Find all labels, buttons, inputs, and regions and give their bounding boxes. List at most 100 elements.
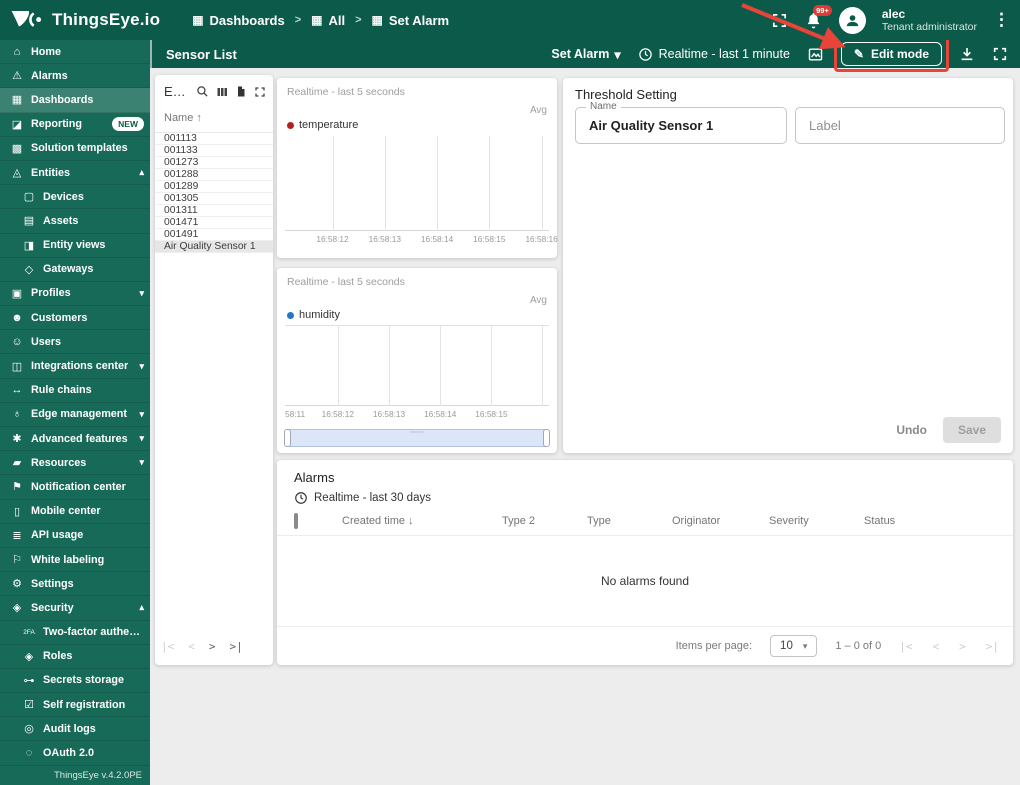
gridline [489,136,491,231]
columns-icon[interactable] [216,86,228,98]
sidebar-item-self-registration[interactable]: ☑ Self registration [0,693,150,718]
select-all-checkbox[interactable] [294,513,298,529]
entity-row-air-quality-sensor-1[interactable]: Air Quality Sensor 1 [155,241,273,253]
entity-row-001133[interactable]: 001133 [155,145,273,157]
sidebar-item-users[interactable]: ☺ Users [0,330,150,355]
sidebar-item-alarms[interactable]: ⚠ Alarms [0,64,150,89]
export-file-icon[interactable] [962,470,974,483]
time-range-brush[interactable] [284,429,550,447]
breadcrumb-all[interactable]: ▦ All [311,13,345,28]
sidebar-item-oauth-2-0[interactable]: ◌ OAuth 2.0 [0,741,150,766]
sidebar-item-roles[interactable]: ◈ Roles [0,645,150,669]
edit-mode-button[interactable]: ✎ Edit mode [840,42,942,66]
prev-page-button[interactable]: < [933,640,940,653]
fullscreen-icon[interactable] [771,12,788,29]
app-logo[interactable]: ThingsEye.io [0,8,174,32]
column-header-type-2[interactable]: Type 2 [502,515,587,527]
sidebar-item-assets[interactable]: ▤ Assets [0,209,150,234]
sidebar-item-entity-views[interactable]: ◨ Entity views [0,234,150,258]
column-header-originator[interactable]: Originator [672,515,769,527]
widget-fullscreen-icon[interactable] [537,275,549,288]
sidebar-item-edge-management[interactable]: ♁ Edge management ▾ [0,403,150,427]
user-info[interactable]: alec Tenant administrator [882,7,977,34]
first-page-button[interactable]: |< [161,640,174,653]
legend-item-humidity[interactable]: humidity [287,309,340,321]
sidebar-item-profiles[interactable]: ▣ Profiles ▾ [0,282,150,307]
entity-row-001273[interactable]: 001273 [155,157,273,169]
kebab-menu-icon[interactable]: ⋮ [993,10,1010,30]
humidity-chart-widget: Realtime - last 5 seconds Avg humidity 5… [277,268,557,453]
toolbar-fullscreen-icon[interactable] [992,46,1008,62]
sidebar-item-gateways[interactable]: ◇ Gateways [0,258,150,282]
export-file-icon[interactable] [235,85,247,98]
widget-fullscreen-icon[interactable] [537,85,549,98]
notifications-bell-icon[interactable]: 99+ [804,4,832,30]
widget-fullscreen-icon[interactable] [987,470,999,483]
entity-row-001491[interactable]: 001491 [155,229,273,241]
alarms-timewindow-button[interactable]: Realtime - last 30 days [277,485,1013,505]
sidebar-item-entities[interactable]: ◬ Entities ▴ [0,161,150,186]
entity-row-001288[interactable]: 001288 [155,169,273,181]
entity-row-001311[interactable]: 001311 [155,205,273,217]
page-range-label: 1 – 0 of 0 [835,640,882,652]
widget-fullscreen-icon[interactable] [254,86,266,98]
legend-item-temperature[interactable]: temperature [287,119,358,131]
next-page-button[interactable]: > [959,640,966,653]
avatar[interactable] [838,6,866,34]
page-size-select[interactable]: 10 ▾ [770,635,818,657]
entity-row-001289[interactable]: 001289 [155,181,273,193]
column-header-created-time[interactable]: Created time ↓ [342,515,502,527]
sidebar-item-advanced-features[interactable]: ✱ Advanced features ▾ [0,427,150,452]
sidebar-item-notification-center[interactable]: ⚑ Notification center [0,475,150,500]
entity-name-column-header[interactable]: Name ↑ [155,106,273,133]
save-button[interactable]: Save [942,417,1001,443]
dashboard-image-icon[interactable] [807,46,824,63]
brush-right-handle[interactable] [543,429,550,447]
sidebar-item-home[interactable]: ⌂ Home [0,40,150,65]
sidebar-item-rule-chains[interactable]: ↔ Rule chains [0,379,150,403]
download-icon[interactable] [959,46,975,62]
items-per-page-label: Items per page: [675,640,753,652]
breadcrumb-dashboards[interactable]: ▦ Dashboards [192,13,284,28]
sidebar-item-mobile-center[interactable]: ▯ Mobile center [0,500,150,524]
sidebar-item-reporting[interactable]: ◪ Reporting NEW [0,113,150,137]
column-header-severity[interactable]: Severity [769,515,864,527]
sidebar-item-white-labeling[interactable]: ⚐ White labeling [0,548,150,573]
first-page-button[interactable]: |< [899,640,912,653]
sidebar-item-security[interactable]: ◈ Security ▴ [0,596,150,621]
timewindow-button[interactable]: Realtime - last 1 minute [638,47,790,62]
brush-left-handle[interactable] [284,429,291,447]
sidebar-item-integrations-center[interactable]: ◫ Integrations center ▾ [0,354,150,379]
entity-row-001471[interactable]: 001471 [155,217,273,229]
sidebar-item-settings[interactable]: ⚙ Settings [0,572,150,597]
undo-button[interactable]: Undo [896,423,927,437]
last-page-button[interactable]: >| [986,640,999,653]
gridline [389,326,391,406]
sidebar-item-secrets-storage[interactable]: ⊶ Secrets storage [0,669,150,694]
last-page-button[interactable]: >| [230,640,243,653]
search-icon[interactable] [885,470,898,483]
next-page-button[interactable]: > [209,640,216,653]
entity-row-001113[interactable]: 001113 [155,133,273,145]
sidebar-item-api-usage[interactable]: ≣ API usage [0,524,150,548]
sidebar-item-two-factor-authenticati[interactable]: 2FA Two-factor authenticati… [0,621,150,645]
label-field[interactable]: Label [795,107,1005,144]
export-file-icon[interactable] [515,85,527,98]
filter-icon[interactable] [911,470,924,483]
name-field[interactable]: Name Air Quality Sensor 1 [575,101,787,144]
breadcrumb-set-alarm[interactable]: ▦ Set Alarm [372,13,450,28]
export-file-icon[interactable] [515,275,527,288]
columns-icon[interactable] [937,470,949,483]
sidebar-item-customers[interactable]: ☻ Customers [0,306,150,331]
sidebar-item-solution-templates[interactable]: ▩ Solution templates [0,137,150,161]
prev-page-button[interactable]: < [188,640,195,653]
dashboard-state-dropdown[interactable]: Set Alarm ▾ [551,47,620,62]
sidebar-item-dashboards[interactable]: ▦ Dashboards [0,88,150,113]
sidebar-item-devices[interactable]: ▢ Devices [0,185,150,210]
sidebar-item-audit-logs[interactable]: ◎ Audit logs [0,717,150,742]
sidebar-item-resources[interactable]: ▰ Resources ▾ [0,451,150,476]
entity-row-001305[interactable]: 001305 [155,193,273,205]
search-icon[interactable] [196,85,209,98]
column-header-type[interactable]: Type [587,515,672,527]
column-header-status[interactable]: Status [864,515,944,527]
